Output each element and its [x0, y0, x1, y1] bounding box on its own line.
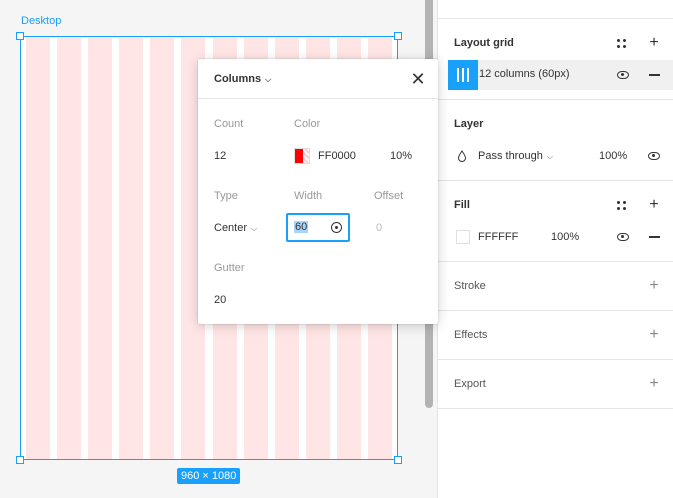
divider: [438, 359, 673, 360]
layer-visibility-toggle[interactable]: [646, 148, 662, 164]
blend-mode-select[interactable]: Pass through ⌵: [478, 150, 553, 162]
divider: [438, 180, 673, 181]
frame-size-badge: 960 × 1080: [177, 468, 241, 484]
eye-icon: [648, 152, 660, 160]
plus-icon: +: [649, 375, 659, 392]
grid-column: [150, 37, 174, 459]
width-label: Width: [294, 190, 323, 202]
divider: [438, 310, 673, 311]
resize-handle-top-right[interactable]: [394, 32, 402, 40]
add-fill-button[interactable]: +: [646, 197, 662, 213]
divider: [438, 99, 673, 100]
chevron-down-icon: ⌵: [546, 152, 553, 161]
eye-icon: [617, 233, 629, 241]
grid-column: [88, 37, 112, 459]
type-label: Type: [214, 190, 238, 202]
layer-title: Layer: [454, 118, 484, 130]
chevron-down-icon: ⌵: [265, 75, 272, 84]
plus-icon: +: [649, 34, 659, 51]
gutter-input[interactable]: 20: [214, 294, 226, 306]
fill-hex-input[interactable]: FFFFFF: [478, 231, 518, 243]
layout-grid-item[interactable]: 12 columns (60px): [448, 60, 673, 90]
plus-icon: +: [649, 196, 659, 213]
add-effect-button[interactable]: +: [646, 327, 662, 343]
grid-column: [26, 37, 50, 459]
plus-icon: +: [649, 277, 659, 294]
close-icon[interactable]: ✕: [410, 70, 426, 88]
export-title: Export: [454, 378, 486, 390]
grid-column: [119, 37, 143, 459]
type-value: Center: [214, 222, 248, 234]
minus-icon: [648, 74, 660, 76]
resize-handle-bottom-left[interactable]: [16, 456, 24, 464]
add-layout-grid-button[interactable]: +: [646, 35, 662, 51]
grid-color-hex-input[interactable]: FF0000: [318, 150, 356, 162]
spin-icon[interactable]: [331, 222, 342, 233]
add-stroke-button[interactable]: +: [646, 278, 662, 294]
resize-handle-top-left[interactable]: [16, 32, 24, 40]
add-export-button[interactable]: +: [646, 376, 662, 392]
chevron-down-icon: ⌵: [251, 224, 258, 233]
fill-color-swatch[interactable]: [456, 230, 470, 244]
divider: [438, 261, 673, 262]
fill-visibility-toggle[interactable]: [615, 229, 631, 245]
grid-type-value: Columns: [214, 73, 262, 85]
frame-label[interactable]: Desktop: [21, 15, 61, 27]
gutter-label: Gutter: [214, 262, 245, 274]
layout-grid-item-label[interactable]: 12 columns (60px): [479, 68, 570, 80]
grid-color-opacity-input[interactable]: 10%: [390, 150, 412, 162]
eye-icon: [617, 71, 629, 79]
offset-label: Offset: [374, 190, 404, 202]
popover-header: Columns ⌵ ✕: [198, 59, 438, 99]
grid-type-select[interactable]: Columns ⌵: [214, 73, 271, 85]
grid-styles-icon[interactable]: [613, 35, 629, 51]
stroke-title: Stroke: [454, 280, 486, 292]
width-input[interactable]: 60: [286, 213, 350, 242]
minus-icon: [648, 236, 660, 238]
layout-grid-visibility-toggle[interactable]: [615, 67, 631, 83]
grid-style-icon[interactable]: [448, 60, 478, 90]
remove-layout-grid-button[interactable]: [646, 67, 662, 83]
divider: [438, 408, 673, 409]
plus-icon: +: [649, 326, 659, 343]
color-label: Color: [294, 118, 321, 130]
count-label: Count: [214, 118, 244, 130]
fill-styles-icon[interactable]: [613, 197, 629, 213]
layer-opacity-input[interactable]: 100%: [599, 150, 627, 162]
grid-color-swatch[interactable]: [294, 148, 310, 164]
blend-mode-value: Pass through: [478, 150, 543, 162]
effects-title: Effects: [454, 329, 488, 341]
remove-fill-button[interactable]: [646, 229, 662, 245]
grid-column: [57, 37, 81, 459]
columns-settings-popover: Columns ⌵ ✕ Count Color 12 FF0000 10% Typ…: [198, 59, 438, 324]
divider: [438, 18, 673, 19]
width-value[interactable]: 60: [294, 221, 309, 233]
fill-title: Fill: [454, 199, 470, 211]
properties-panel: Layout grid + 12 columns (60px) Layer Pa…: [437, 0, 673, 498]
fill-opacity-input[interactable]: 100%: [551, 231, 579, 243]
offset-input[interactable]: 0: [376, 222, 382, 234]
type-select[interactable]: Center ⌵: [214, 222, 257, 234]
resize-handle-bottom-right[interactable]: [394, 456, 402, 464]
count-input[interactable]: 12: [214, 150, 226, 162]
drop-icon: [454, 148, 470, 164]
layout-grid-title: Layout grid: [454, 37, 514, 49]
